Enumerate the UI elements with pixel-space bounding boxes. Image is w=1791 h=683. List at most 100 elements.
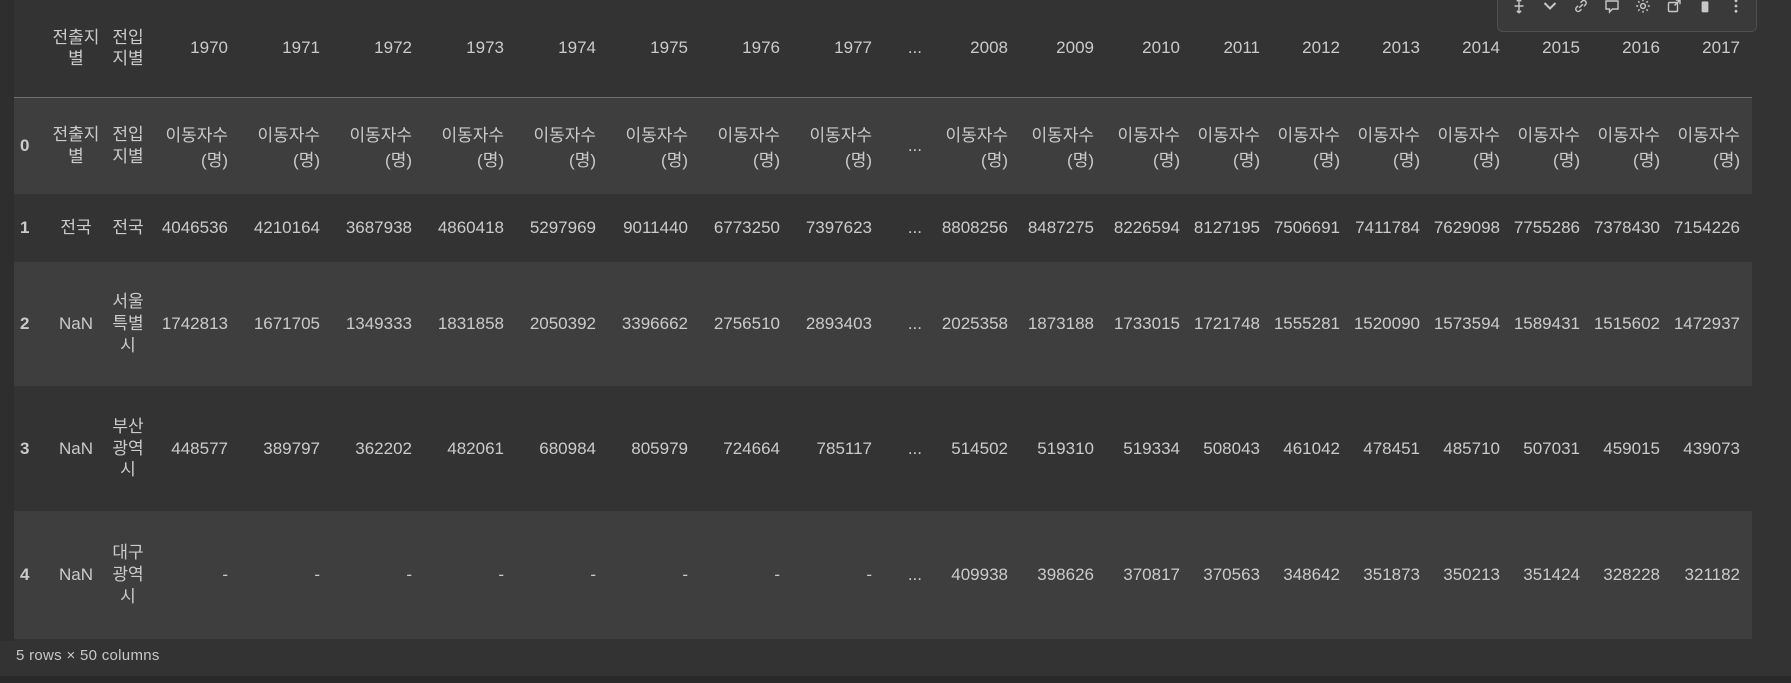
dataframe-output: 전출지별 전입지별 1970 1971 1972 1973 1974 1975 1976 1977…	[14, 0, 1752, 639]
value-cell: 805979	[631, 438, 688, 458]
value-cell: 1349333	[345, 314, 412, 333]
value-cell: 362202	[355, 438, 412, 458]
value-cell: 이동자수 (명)	[1031, 125, 1094, 170]
value-cell: 508043	[1203, 438, 1260, 458]
value-cell: ...	[907, 438, 922, 458]
value-cell: 이동자수 (명)	[1597, 125, 1660, 170]
value-cell: ...	[907, 135, 922, 155]
value-cell: 398626	[1037, 565, 1094, 584]
value-cell: 7755286	[1513, 218, 1580, 237]
value-cell: 2756510	[713, 314, 780, 333]
row-index: 1	[20, 218, 30, 237]
value-cell: 3687938	[345, 218, 412, 237]
value-cell: 4046536	[161, 218, 228, 237]
year-column-header: 2010	[1142, 38, 1180, 58]
value-cell: 724664	[723, 438, 780, 458]
value-cell: -	[866, 565, 872, 584]
value-cell: 이동자수 (명)	[165, 125, 228, 170]
value-cell: 이동자수 (명)	[625, 125, 688, 170]
index-column-header	[14, 0, 44, 97]
to-region-column-header: 전입지별	[112, 27, 144, 69]
value-cell: 이동자수 (명)	[809, 125, 872, 170]
value-cell: 1742813	[161, 314, 228, 333]
table-row: 1 전국 전국 4046536 4210164 3687938 4860418 5297969…	[14, 194, 1752, 262]
value-cell: -	[406, 565, 412, 584]
value-cell: 8487275	[1027, 218, 1094, 237]
value-cell: 1515602	[1593, 314, 1660, 333]
value-cell: -	[682, 565, 688, 584]
open-in-editor-icon[interactable]	[1659, 0, 1688, 21]
value-cell: -	[590, 565, 596, 584]
value-cell: 8808256	[941, 218, 1008, 237]
year-column-header: 1977	[834, 38, 872, 58]
value-cell: 1520090	[1353, 314, 1420, 333]
value-cell: 350213	[1443, 565, 1500, 584]
more-actions-icon[interactable]	[1721, 0, 1750, 21]
year-column-header: 1970	[190, 38, 228, 58]
table-row: 2 NaN 서울특별시 1742813 1671705 1349333 1831858 205…	[14, 262, 1752, 386]
split-cell-icon[interactable]	[1504, 0, 1533, 21]
value-cell: 이동자수 (명)	[1517, 125, 1580, 170]
value-cell: 1831858	[437, 314, 504, 333]
value-cell: 이동자수 (명)	[257, 125, 320, 170]
to-region-cell: 대구광역시	[112, 543, 144, 606]
row-index: 3	[20, 438, 30, 458]
value-cell: 478451	[1363, 438, 1420, 458]
value-cell: 348642	[1283, 565, 1340, 584]
value-cell: 459015	[1603, 438, 1660, 458]
value-cell: 1873188	[1027, 314, 1094, 333]
year-column-header: 1976	[742, 38, 780, 58]
gear-icon[interactable]	[1628, 0, 1657, 21]
link-icon[interactable]	[1566, 0, 1595, 21]
value-cell: 이동자수 (명)	[1357, 125, 1420, 170]
value-cell: 7629098	[1433, 218, 1500, 237]
value-cell: 이동자수 (명)	[441, 125, 504, 170]
year-column-header: 2012	[1302, 38, 1340, 58]
cell-toolbar	[1497, 0, 1757, 32]
value-cell: 2025358	[941, 314, 1008, 333]
value-cell: ...	[907, 565, 922, 584]
year-column-header: 1975	[650, 38, 688, 58]
column-header-row: 전출지별 전입지별 1970 1971 1972 1973 1974 1975 1976 1977…	[14, 0, 1752, 97]
value-cell: 1573594	[1433, 314, 1500, 333]
trash-icon[interactable]	[1690, 0, 1719, 21]
value-cell: 7411784	[1355, 218, 1420, 237]
value-cell: -	[222, 565, 228, 584]
value-cell: 7154226	[1673, 218, 1740, 237]
collapse-output-icon[interactable]	[1535, 0, 1564, 21]
value-cell: 1472937	[1673, 314, 1740, 333]
value-cell: 519334	[1123, 438, 1180, 458]
value-cell: 370817	[1123, 565, 1180, 584]
value-cell: 이동자수 (명)	[349, 125, 412, 170]
value-cell: 7397623	[805, 218, 872, 237]
value-cell: 514502	[951, 438, 1008, 458]
to-region-cell: 서울특별시	[112, 292, 144, 355]
row-index: 0	[20, 135, 30, 155]
value-cell: -	[774, 565, 780, 584]
value-cell: 2893403	[805, 314, 872, 333]
value-cell: 8127195	[1193, 218, 1260, 237]
value-cell: 485710	[1443, 438, 1500, 458]
value-cell: 2050392	[529, 314, 596, 333]
comment-icon[interactable]	[1597, 0, 1626, 21]
from-region-column-header: 전출지별	[52, 27, 100, 69]
value-cell: 8226594	[1113, 218, 1180, 237]
value-cell: 370563	[1203, 565, 1260, 584]
value-cell: 507031	[1523, 438, 1580, 458]
value-cell: 1555281	[1273, 314, 1340, 333]
value-cell: 448577	[171, 438, 228, 458]
value-cell: 785117	[816, 438, 872, 458]
from-region-cell: 전출지별	[52, 125, 100, 166]
row-index: 4	[20, 565, 30, 584]
output-left-gutter	[0, 0, 14, 641]
year-column-header: 2011	[1223, 38, 1260, 58]
dataframe-shape-label: 5 rows × 50 columns	[16, 647, 160, 664]
value-cell: ...	[907, 314, 922, 333]
value-cell: 이동자수 (명)	[533, 125, 596, 170]
to-region-cell: 전국	[112, 218, 144, 238]
value-cell: 328228	[1603, 565, 1660, 584]
page-bottom-strip	[0, 676, 1791, 683]
to-region-cell: 전입지별	[112, 125, 144, 166]
value-cell: 680984	[539, 438, 596, 458]
value-cell: 6773250	[713, 218, 780, 237]
